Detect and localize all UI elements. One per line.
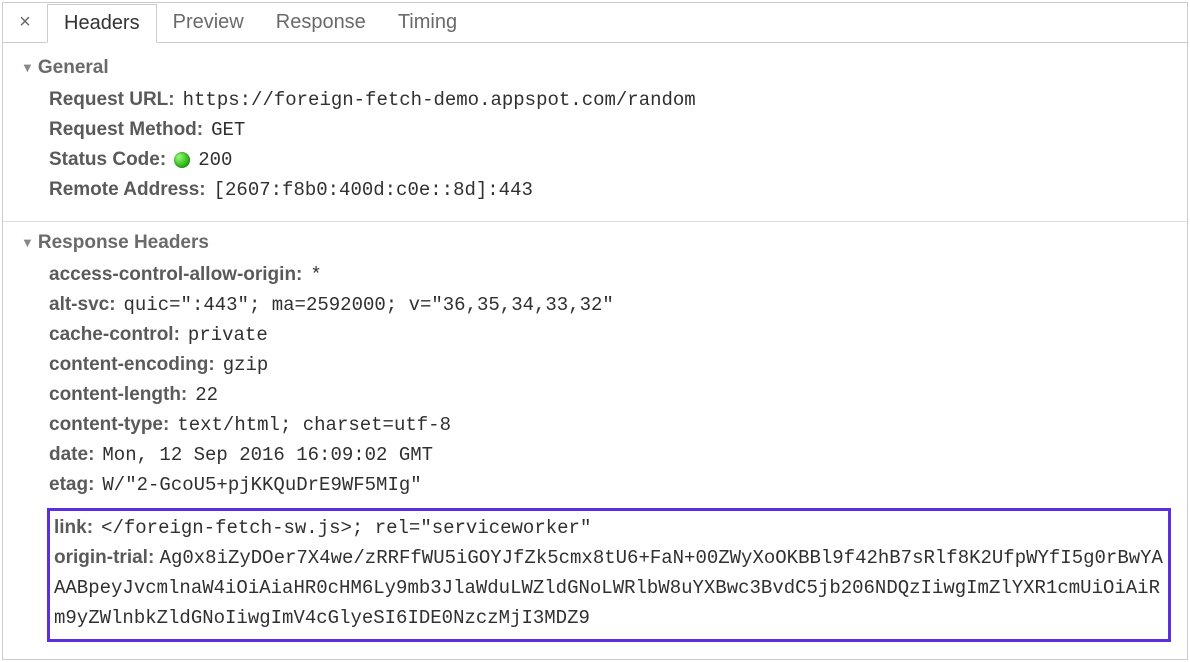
kv-altsvc: alt-svc: quic=":443"; ma=2592000; v="36,…: [49, 290, 1171, 320]
kv-cenc: content-encoding: gzip: [49, 350, 1171, 380]
label: alt-svc:: [49, 290, 116, 320]
status-dot-icon: [174, 152, 190, 168]
value: 22: [195, 380, 218, 410]
label: Status Code:: [49, 145, 166, 175]
kv-request-method: Request Method: GET: [49, 115, 1171, 145]
value: *: [310, 260, 321, 290]
tab-bar: × Headers Preview Response Timing: [3, 3, 1187, 43]
section-title: Response Headers: [38, 232, 209, 254]
value: 200: [198, 145, 232, 175]
kv-status-code: Status Code: 200: [49, 145, 1171, 175]
tab-preview[interactable]: Preview: [157, 3, 260, 42]
label: Request URL:: [49, 85, 175, 115]
label: content-type:: [49, 410, 169, 440]
divider: [3, 221, 1187, 222]
value: [2607:f8b0:400d:c0e::8d]:443: [214, 175, 533, 205]
value: W/"2-GcoU5+pjKKQuDrE9WF5MIg": [102, 470, 421, 500]
label: origin-trial:: [54, 547, 154, 568]
value: private: [188, 320, 268, 350]
section-general: ▼ General Request URL: https://foreign-f…: [3, 53, 1187, 217]
value: https://foreign-fetch-demo.appspot.com/r…: [183, 85, 696, 115]
value: </foreign-fetch-sw.js>; rel="servicework…: [101, 513, 591, 543]
headers-content: ▼ General Request URL: https://foreign-f…: [3, 43, 1187, 659]
kv-request-url: Request URL: https://foreign-fetch-demo.…: [49, 85, 1171, 115]
kv-clen: content-length: 22: [49, 380, 1171, 410]
response-headers-toggle[interactable]: ▼ Response Headers: [11, 228, 1179, 258]
kv-ctype: content-type: text/html; charset=utf-8: [49, 410, 1171, 440]
general-block: Request URL: https://foreign-fetch-demo.…: [11, 83, 1179, 213]
label: content-encoding:: [49, 350, 215, 380]
chevron-down-icon: ▼: [21, 60, 34, 75]
tab-timing[interactable]: Timing: [382, 3, 473, 42]
label: content-length:: [49, 380, 187, 410]
value: text/html; charset=utf-8: [177, 410, 451, 440]
tab-response[interactable]: Response: [260, 3, 382, 42]
close-icon[interactable]: ×: [3, 11, 47, 34]
kv-acao: access-control-allow-origin: *: [49, 260, 1171, 290]
label: Request Method:: [49, 115, 203, 145]
label: link:: [54, 513, 93, 543]
label: etag:: [49, 470, 94, 500]
label: access-control-allow-origin:: [49, 260, 302, 290]
chevron-down-icon: ▼: [21, 235, 34, 250]
kv-remote-address: Remote Address: [2607:f8b0:400d:c0e::8d]…: [49, 175, 1171, 205]
tab-headers[interactable]: Headers: [47, 4, 157, 43]
general-header-toggle[interactable]: ▼ General: [11, 53, 1179, 83]
value: quic=":443"; ma=2592000; v="36,35,34,33,…: [124, 290, 614, 320]
value: Ag0x8iZyDOer7X4we/zRRFfWU5iGOYJfZk5cmx8t…: [54, 547, 1163, 629]
label: date:: [49, 440, 94, 470]
response-headers-block: access-control-allow-origin: * alt-svc: …: [11, 258, 1179, 508]
network-detail-panel: × Headers Preview Response Timing ▼ Gene…: [2, 2, 1188, 660]
value: Mon, 12 Sep 2016 16:09:02 GMT: [102, 440, 433, 470]
label: Remote Address:: [49, 175, 206, 205]
value: gzip: [223, 350, 269, 380]
label: cache-control:: [49, 320, 180, 350]
kv-link: link: </foreign-fetch-sw.js>; rel="servi…: [54, 513, 1164, 543]
section-response-headers: ▼ Response Headers access-control-allow-…: [3, 228, 1187, 654]
kv-cache: cache-control: private: [49, 320, 1171, 350]
kv-etag: etag: W/"2-GcoU5+pjKKQuDrE9WF5MIg": [49, 470, 1171, 500]
value: GET: [211, 115, 245, 145]
kv-origin-trial: origin-trial: Ag0x8iZyDOer7X4we/zRRFfWU5…: [54, 543, 1164, 633]
highlight-box: link: </foreign-fetch-sw.js>; rel="servi…: [47, 508, 1171, 642]
section-title: General: [38, 57, 109, 79]
kv-date: date: Mon, 12 Sep 2016 16:09:02 GMT: [49, 440, 1171, 470]
